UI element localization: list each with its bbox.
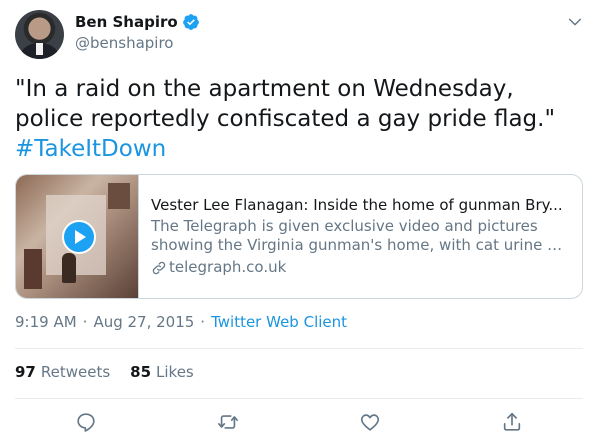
link-icon [152,261,166,274]
card-description-line-1: The Telegraph is given exclusive video a… [151,217,538,235]
tweet-stats: 97 Retweets 85 Likes [15,363,214,381]
author-handle[interactable]: @benshapiro [75,34,173,52]
retweets-label: Retweets [40,363,111,381]
likes-count: 85 [130,363,152,381]
share-icon[interactable] [501,411,523,433]
tweet-time[interactable]: 9:19 AM [15,313,77,331]
thumbnail-picture [108,183,130,209]
likes-label: Likes [156,363,194,381]
card-title[interactable]: Vester Lee Flanagan: Inside the home of … [151,195,570,215]
card-domain[interactable]: telegraph.co.uk [169,258,286,277]
avatar[interactable] [15,10,64,59]
tweet-actions [0,411,598,437]
chevron-down-icon[interactable] [567,14,583,30]
retweets-stat[interactable]: 97 Retweets [15,363,110,381]
thumbnail-figure [62,253,76,283]
link-preview-card[interactable]: Vester Lee Flanagan: Inside the home of … [15,174,583,299]
divider [15,348,583,349]
card-description: The Telegraph is given exclusive video a… [151,217,570,255]
tweet-date[interactable]: Aug 27, 2015 [93,313,194,331]
card-body[interactable]: Vester Lee Flanagan: Inside the home of … [139,175,582,298]
tweet-text: "In a raid on the apartment on Wednesday… [15,74,585,164]
retweet-icon[interactable] [217,411,239,433]
meta-separator: · [200,313,206,331]
tweet-meta: 9:19 AM · Aug 27, 2015 · Twitter Web Cli… [15,313,347,331]
divider [15,398,583,399]
retweets-count: 97 [15,363,36,381]
author-name-row[interactable]: Ben Shapiro [75,13,200,31]
hashtag-link[interactable]: #TakeItDown [15,136,166,162]
author-display-name[interactable]: Ben Shapiro [75,13,178,31]
reply-icon[interactable] [75,411,97,433]
thumbnail-object [24,249,42,289]
card-thumbnail[interactable] [16,175,139,298]
tweet-client-link[interactable]: Twitter Web Client [211,313,347,331]
meta-separator: · [82,313,88,331]
card-description-line-2: showing the Virginia gunman's home, with… [151,236,570,254]
heart-icon[interactable] [359,411,381,433]
play-icon[interactable] [62,220,96,254]
card-domain-row[interactable]: telegraph.co.uk [151,258,570,277]
avatar-collar [36,43,43,55]
likes-stat[interactable]: 85 Likes [130,363,194,381]
verified-badge-icon [182,14,199,30]
tweet-body: "In a raid on the apartment on Wednesday… [15,76,556,132]
